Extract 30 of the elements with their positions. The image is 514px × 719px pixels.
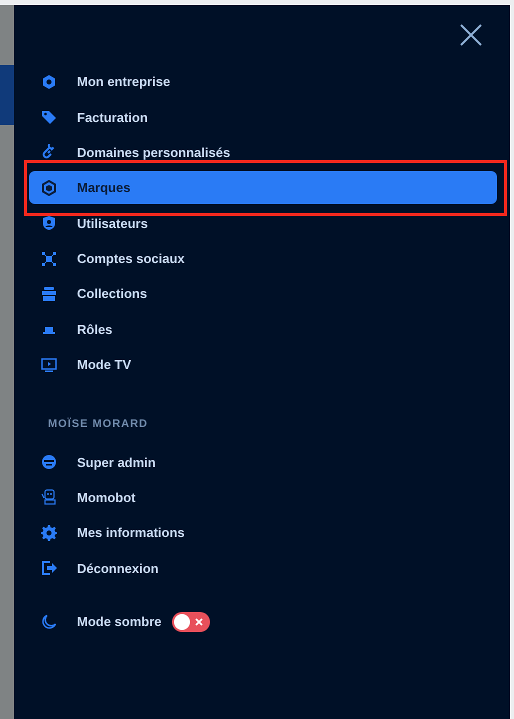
user-shield-icon bbox=[41, 215, 57, 232]
menu-item[interactable]: Collections bbox=[29, 277, 497, 310]
close-icon bbox=[194, 618, 203, 626]
menu-item[interactable]: Mon entreprise bbox=[29, 65, 497, 98]
menu-item[interactable]: Facturation bbox=[29, 100, 497, 134]
menu-item[interactable]: Rôles bbox=[29, 312, 497, 346]
tv-icon bbox=[41, 356, 57, 373]
menu-item[interactable]: Momobot bbox=[29, 480, 497, 514]
close-icon[interactable] bbox=[460, 24, 482, 46]
menu-item[interactable]: Mode TV bbox=[29, 348, 497, 382]
menu-item[interactable]: Marques bbox=[29, 171, 497, 204]
section-title: MOÏSE MORARD bbox=[48, 418, 149, 430]
cube-icon bbox=[41, 180, 57, 196]
menu-item[interactable]: Super admin bbox=[29, 446, 497, 479]
robot-icon bbox=[41, 489, 57, 506]
drawer-icon bbox=[41, 286, 57, 302]
menu-item[interactable]: Déconnexion bbox=[29, 552, 497, 585]
gear-icon bbox=[41, 524, 57, 541]
network-icon bbox=[41, 250, 57, 267]
menu-item[interactable]: Comptes sociaux bbox=[29, 242, 497, 276]
hexagon-badge-icon bbox=[41, 74, 57, 90]
moon-icon bbox=[41, 614, 57, 630]
logout-icon bbox=[41, 560, 57, 576]
helmet-icon bbox=[41, 454, 57, 470]
dark-mode-toggle[interactable] bbox=[172, 612, 210, 632]
dark-mode-label: Mode sombre bbox=[77, 614, 162, 630]
menu-item[interactable]: Utilisateurs bbox=[29, 206, 497, 240]
menu-item[interactable]: Domaines personnalisés bbox=[29, 136, 497, 169]
menu-item[interactable]: Mes informations bbox=[29, 516, 497, 550]
tag-icon bbox=[41, 109, 57, 126]
